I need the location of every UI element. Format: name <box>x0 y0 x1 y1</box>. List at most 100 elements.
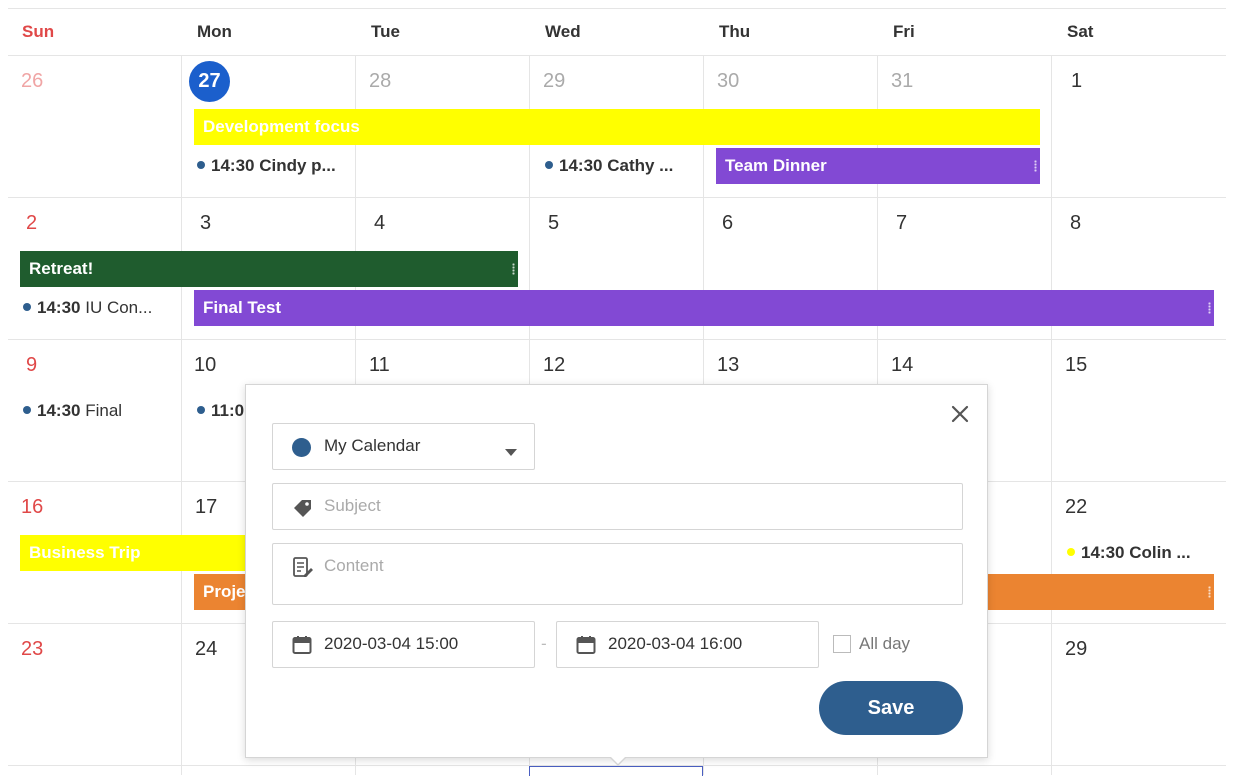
event-title: Development focus <box>203 117 360 136</box>
start-date-value: 2020-03-04 15:00 <box>324 634 459 653</box>
event-development-focus[interactable]: Development focus <box>194 109 1040 145</box>
date-cell[interactable]: 28 <box>369 70 391 93</box>
date-cell[interactable]: 14 <box>891 354 913 377</box>
calendar-dot <box>23 303 31 311</box>
date-cell[interactable]: 22 <box>1065 496 1087 519</box>
event-time: 14:30 <box>37 298 81 317</box>
weekday-tue: Tue <box>371 22 400 41</box>
calendar-select-value: My Calendar <box>324 436 421 455</box>
content-field[interactable]: Content <box>272 543 963 605</box>
subject-field[interactable]: Subject <box>272 483 963 530</box>
grid-line <box>8 339 1226 340</box>
event-timed[interactable]: 14:30 Colin ... <box>1067 543 1191 563</box>
event-title: IU Con... <box>85 298 153 317</box>
content-placeholder: Content <box>324 556 384 575</box>
event-timed[interactable]: 14:30 Cindy p... <box>197 156 336 176</box>
date-cell[interactable]: 8 <box>1070 212 1081 235</box>
date-separator: - <box>541 634 547 653</box>
weekday-fri: Fri <box>893 22 915 41</box>
event-time: 14:30 <box>559 156 603 175</box>
caret-down-icon <box>505 444 517 462</box>
event-title: Cathy ... <box>607 156 674 175</box>
date-cell[interactable]: 29 <box>1065 638 1087 661</box>
weekday-wed: Wed <box>545 22 581 41</box>
event-title: Cindy p... <box>259 156 336 175</box>
grid-line <box>8 8 1226 9</box>
event-title: Retreat! <box>29 259 94 278</box>
resize-handle-icon[interactable] <box>1208 586 1211 598</box>
close-icon[interactable] <box>949 403 971 425</box>
date-cell[interactable]: 2 <box>26 212 37 235</box>
date-cell[interactable]: 10 <box>194 354 216 377</box>
popup-arrow <box>610 756 626 764</box>
event-title: Final Test <box>203 298 282 317</box>
save-button[interactable]: Save <box>819 681 963 735</box>
date-cell[interactable]: 7 <box>896 212 907 235</box>
today-date[interactable]: 27 <box>189 61 230 102</box>
calendar-dot <box>197 161 205 169</box>
event-timed[interactable]: 14:30 Cathy ... <box>545 156 673 176</box>
grid-line <box>1051 56 1052 775</box>
tag-icon <box>293 498 313 523</box>
event-retreat[interactable]: Retreat! <box>20 251 518 287</box>
date-cell[interactable]: 26 <box>21 70 43 93</box>
calendar-dot <box>197 406 205 414</box>
date-cell[interactable]: 24 <box>195 638 217 661</box>
event-time: 14:30 <box>211 156 255 175</box>
grid-line <box>8 55 1226 56</box>
calendar-dot <box>23 406 31 414</box>
date-cell[interactable]: 3 <box>200 212 211 235</box>
grid-line <box>8 197 1226 198</box>
event-timed[interactable]: 14:30 IU Con... <box>23 298 152 318</box>
calendar-select[interactable]: My Calendar <box>272 423 535 470</box>
event-business-trip[interactable]: Business Trip <box>20 535 280 571</box>
allday-label: All day <box>859 634 911 653</box>
event-team-dinner[interactable]: Team Dinner <box>716 148 1040 184</box>
event-title: Business Trip <box>29 543 141 562</box>
end-date-value: 2020-03-04 16:00 <box>608 634 743 653</box>
event-title: Proje <box>203 582 246 601</box>
date-cell[interactable]: 17 <box>195 496 217 519</box>
resize-handle-icon[interactable] <box>512 263 515 275</box>
resize-handle-icon[interactable] <box>1034 160 1037 172</box>
event-title: Final <box>85 401 123 420</box>
weekday-thu: Thu <box>719 22 751 41</box>
date-cell[interactable]: 6 <box>722 212 733 235</box>
calendar-color-dot <box>292 438 311 457</box>
event-time: 14:30 <box>1081 543 1125 562</box>
subject-placeholder: Subject <box>324 496 381 515</box>
calendar-dot <box>545 161 553 169</box>
calendar-icon <box>576 635 596 660</box>
date-cell[interactable]: 12 <box>543 354 565 377</box>
calendar-icon <box>292 635 312 660</box>
date-cell[interactable]: 29 <box>543 70 565 93</box>
end-date-field[interactable]: 2020-03-04 16:00 <box>556 621 819 668</box>
event-final-test[interactable]: Final Test <box>194 290 1214 326</box>
date-cell[interactable]: 1 <box>1071 70 1082 93</box>
grid-line <box>181 56 182 775</box>
event-creation-popup: My Calendar Subject Content 2020-03-04 1… <box>245 384 988 766</box>
date-cell[interactable]: 16 <box>21 496 43 519</box>
weekday-sun: Sun <box>22 22 55 41</box>
weekday-sat: Sat <box>1067 22 1094 41</box>
event-title: Colin ... <box>1129 543 1191 562</box>
event-time: 11:0 <box>211 401 245 420</box>
date-cell[interactable]: 31 <box>891 70 913 93</box>
event-title: Team Dinner <box>725 156 827 175</box>
date-cell[interactable]: 13 <box>717 354 739 377</box>
event-time: 14:30 <box>37 401 81 420</box>
resize-handle-icon[interactable] <box>1208 302 1211 314</box>
weekday-mon: Mon <box>197 22 232 41</box>
start-date-field[interactable]: 2020-03-04 15:00 <box>272 621 535 668</box>
date-cell[interactable]: 11 <box>369 354 390 377</box>
date-cell[interactable]: 4 <box>374 212 385 235</box>
calendar-dot <box>1067 548 1075 556</box>
date-cell[interactable]: 9 <box>26 354 37 377</box>
date-cell[interactable]: 23 <box>21 638 43 661</box>
allday-checkbox[interactable] <box>833 635 851 653</box>
event-timed[interactable]: 14:30 Final <box>23 401 122 421</box>
event-timed[interactable]: 11:0 <box>197 401 244 421</box>
date-cell[interactable]: 5 <box>548 212 559 235</box>
date-cell[interactable]: 15 <box>1065 354 1087 377</box>
date-cell[interactable]: 30 <box>717 70 739 93</box>
